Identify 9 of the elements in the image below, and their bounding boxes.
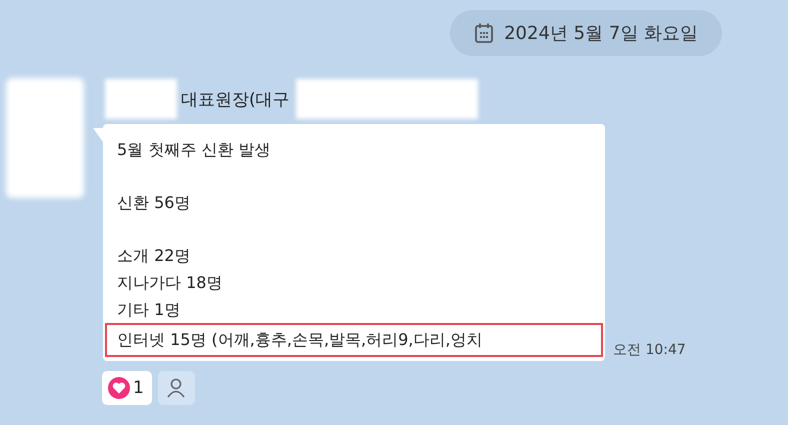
message-line: 소개 22명 (116, 245, 192, 267)
date-divider: 2024년 5월 7일 화요일 (450, 10, 722, 56)
message-line: 기타 1명 (116, 299, 182, 321)
sender-name: 대표원장(대구 (181, 88, 290, 110)
message-line: 5월 첫째주 신환 발생 (116, 139, 272, 161)
message-line: 지나가다 18명 (116, 272, 224, 294)
message-time: 오전 10:47 (613, 341, 686, 359)
reaction-badge[interactable]: 1 (102, 371, 152, 405)
message-line: 신환 56명 (116, 192, 192, 214)
